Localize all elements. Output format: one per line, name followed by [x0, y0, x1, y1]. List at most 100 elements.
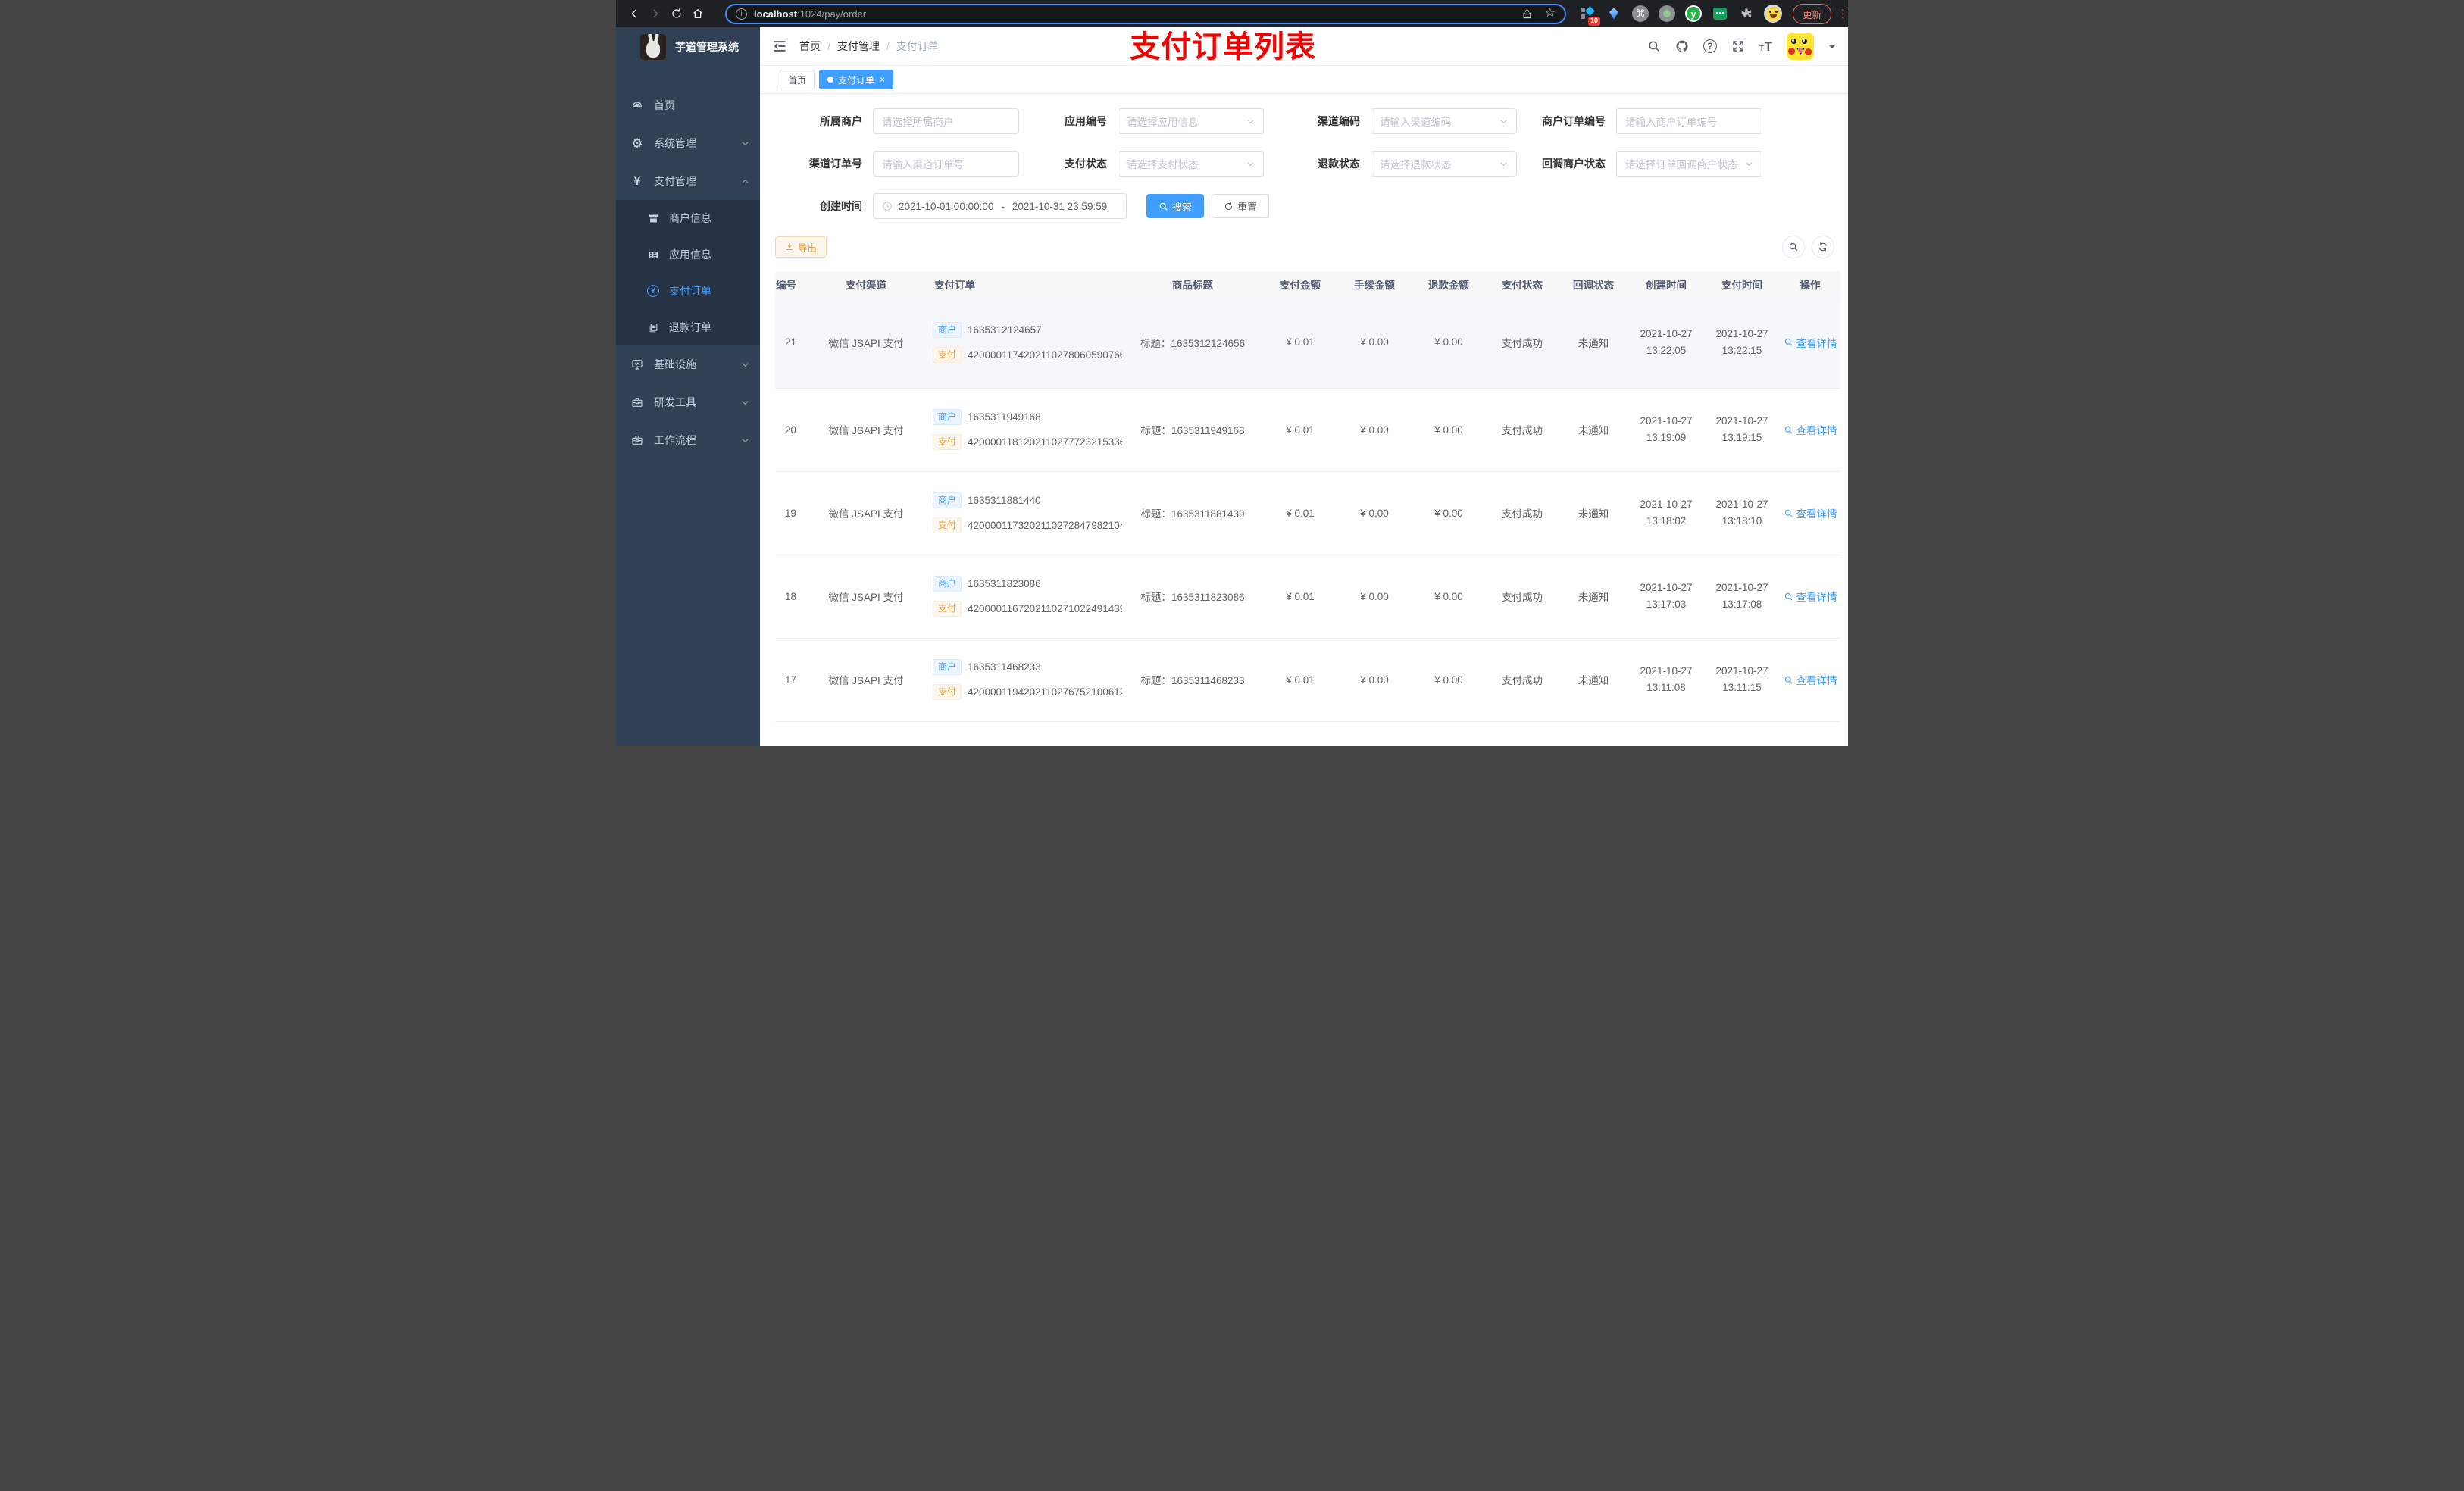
address-bar[interactable]: i localhost:1024/pay/order ☆ [725, 3, 1566, 24]
browser-update-button[interactable]: 更新 [1793, 3, 1832, 24]
store-icon [646, 213, 660, 224]
cell-amount: ¥ 0.01 [1263, 555, 1337, 639]
github-icon[interactable] [1675, 39, 1689, 53]
search-icon[interactable] [1647, 39, 1661, 53]
sidebar-item-payment[interactable]: ¥ 支付管理 [616, 162, 760, 200]
channel-order-no-filter-input[interactable]: 请输入渠道订单号 [873, 151, 1019, 177]
pay-status-filter-select[interactable]: 请选择支付状态 [1118, 151, 1264, 177]
sidebar-item-label: 首页 [654, 99, 675, 111]
sidebar-item-workflow[interactable]: 工作流程 [616, 421, 760, 459]
merchant-tag: 商户 [933, 576, 962, 592]
view-detail-link[interactable]: 查看详情 [1784, 335, 1837, 350]
browser-back-button[interactable] [624, 3, 645, 24]
chat-extension-icon[interactable] [1711, 5, 1729, 23]
browser-reload-button[interactable] [666, 3, 687, 24]
table-row: 20 微信 JSAPI 支付 商户 1635311949168 支付 4200001… [775, 388, 1840, 472]
cell-status: 支付成功 [1486, 297, 1559, 389]
merchant-order-no: 1635311468233 [968, 661, 1041, 673]
refresh-button[interactable] [1812, 236, 1834, 258]
pay-order-no: 4200001181202110277723215336 [968, 436, 1122, 448]
reset-button[interactable]: 重置 [1212, 194, 1270, 218]
col-header-refund: 退款金额 [1412, 271, 1486, 297]
extensions-puzzle-icon[interactable] [1737, 5, 1756, 23]
merchant-filter-input[interactable]: 请选择所属商户 [873, 108, 1019, 134]
sidebar-item-label: 应用信息 [669, 248, 711, 261]
cell-pay-time: 2021-10-27 13:11:15 [1704, 638, 1780, 722]
breadcrumb-section[interactable]: 支付管理 [837, 39, 880, 54]
cell-channel: 微信 JSAPI 支付 [808, 555, 924, 639]
cell-fee: ¥ 0.00 [1337, 555, 1412, 639]
tag-pay-order[interactable]: 支付订单 × [819, 70, 894, 89]
pay-tag: 支付 [933, 517, 962, 533]
export-button[interactable]: 导出 [775, 236, 827, 258]
date-range-start: 2021-10-01 00:00:00 [899, 200, 994, 212]
refund-status-filter-select[interactable]: 请选择退款状态 [1371, 151, 1517, 177]
view-detail-link[interactable]: 查看详情 [1784, 505, 1837, 520]
bookmark-star-icon[interactable]: ☆ [1545, 8, 1556, 20]
chevron-down-icon [1246, 117, 1255, 126]
yen-icon: ¥ [633, 173, 641, 188]
sidebar-item-pay-order[interactable]: ¥ 支付订单 [616, 273, 760, 309]
sidebar-item-refund-order[interactable]: 退款订单 [616, 309, 760, 345]
search-button[interactable]: 搜索 [1146, 194, 1205, 218]
avatar-caret-icon[interactable] [1828, 44, 1836, 52]
merchant-order-no-filter-input[interactable]: 请输入商户订单编号 [1616, 108, 1762, 134]
cell-status: 支付成功 [1486, 638, 1559, 722]
chevron-down-icon [741, 139, 749, 148]
notify-status-filter-label: 回调商户状态 [1542, 158, 1606, 170]
sidebar-item-dev-tools[interactable]: 研发工具 [616, 383, 760, 421]
payment-submenu: 商户信息 应用信息 ¥ 支付订单 退款订单 [616, 200, 760, 345]
cell-id: 17 [775, 638, 808, 722]
profile-avatar-icon[interactable] [1764, 5, 1782, 23]
tiles-extension-icon[interactable]: 10 [1578, 5, 1600, 26]
recorder-extension-icon[interactable] [1658, 5, 1676, 23]
tag-close-icon[interactable]: × [880, 75, 885, 84]
sidebar-item-infra[interactable]: 基础设施 [616, 345, 760, 383]
site-info-icon[interactable]: i [736, 8, 747, 20]
cell-order: 商户 1635311823086 支付 4200001167202110271022… [924, 555, 1122, 639]
gem-extension-icon[interactable] [1605, 5, 1623, 23]
cell-id: 19 [775, 471, 808, 555]
filter-row-1: 所属商户 请选择所属商户 应用编号 请选择应用信息 渠道编码 请输入渠道编码 商… [775, 108, 1840, 135]
chevron-down-icon [741, 436, 749, 445]
help-icon[interactable]: ? [1703, 39, 1717, 53]
breadcrumb-separator: / [886, 40, 890, 52]
sidebar-fold-icon[interactable] [772, 39, 787, 54]
cell-action: 查看详情 [1780, 471, 1840, 555]
view-detail-link[interactable]: 查看详情 [1784, 589, 1837, 604]
cell-create-time: 2021-10-27 13:17:03 [1628, 555, 1704, 639]
user-avatar[interactable] [1787, 33, 1814, 60]
sidebar-item-merchant-info[interactable]: 商户信息 [616, 200, 760, 236]
sidebar-item-label: 研发工具 [654, 396, 696, 408]
cell-channel: 微信 JSAPI 支付 [808, 638, 924, 722]
sidebar-item-app-info[interactable]: 应用信息 [616, 236, 760, 273]
create-time-range-picker[interactable]: 2021-10-01 00:00:00 - 2021-10-31 23:59:5… [873, 193, 1127, 219]
y-extension-icon[interactable]: y [1684, 5, 1703, 23]
fullscreen-icon[interactable] [1731, 39, 1745, 53]
notify-status-filter-select[interactable]: 请选择订单回调商户状态 [1616, 151, 1762, 177]
browser-menu-icon[interactable]: ⋮ [1837, 7, 1848, 20]
command-extension-icon[interactable]: ⌘ [1631, 5, 1649, 23]
col-header-fee: 手续金额 [1337, 271, 1412, 297]
channel-code-filter-select[interactable]: 请输入渠道编码 [1371, 108, 1517, 134]
pay-tag: 支付 [933, 346, 962, 363]
sidebar-item-system[interactable]: ⚙ 系统管理 [616, 124, 760, 162]
toggle-search-button[interactable] [1782, 236, 1805, 258]
sidebar-item-home[interactable]: 首页 [616, 86, 760, 124]
cell-refund: ¥ 0.00 [1412, 555, 1486, 639]
view-detail-link[interactable]: 查看详情 [1784, 422, 1837, 437]
share-icon[interactable] [1521, 8, 1533, 20]
app-filter-select[interactable]: 请选择应用信息 [1118, 108, 1264, 134]
sidebar-item-label: 支付管理 [654, 175, 696, 187]
view-detail-link[interactable]: 查看详情 [1784, 672, 1837, 687]
briefcase-icon [630, 434, 645, 446]
browser-forward-button[interactable] [645, 3, 666, 24]
breadcrumb-home[interactable]: 首页 [799, 39, 821, 54]
tags-view: 首页 支付订单 × [760, 66, 1848, 94]
merchant-order-no-filter-label: 商户订单编号 [1542, 115, 1606, 127]
url-path: :1024/pay/order [797, 8, 867, 20]
tag-home[interactable]: 首页 [780, 70, 815, 89]
font-size-icon[interactable]: TT [1759, 40, 1772, 53]
browser-home-button[interactable] [687, 3, 708, 24]
table-toolbar: 导出 [775, 236, 1840, 259]
